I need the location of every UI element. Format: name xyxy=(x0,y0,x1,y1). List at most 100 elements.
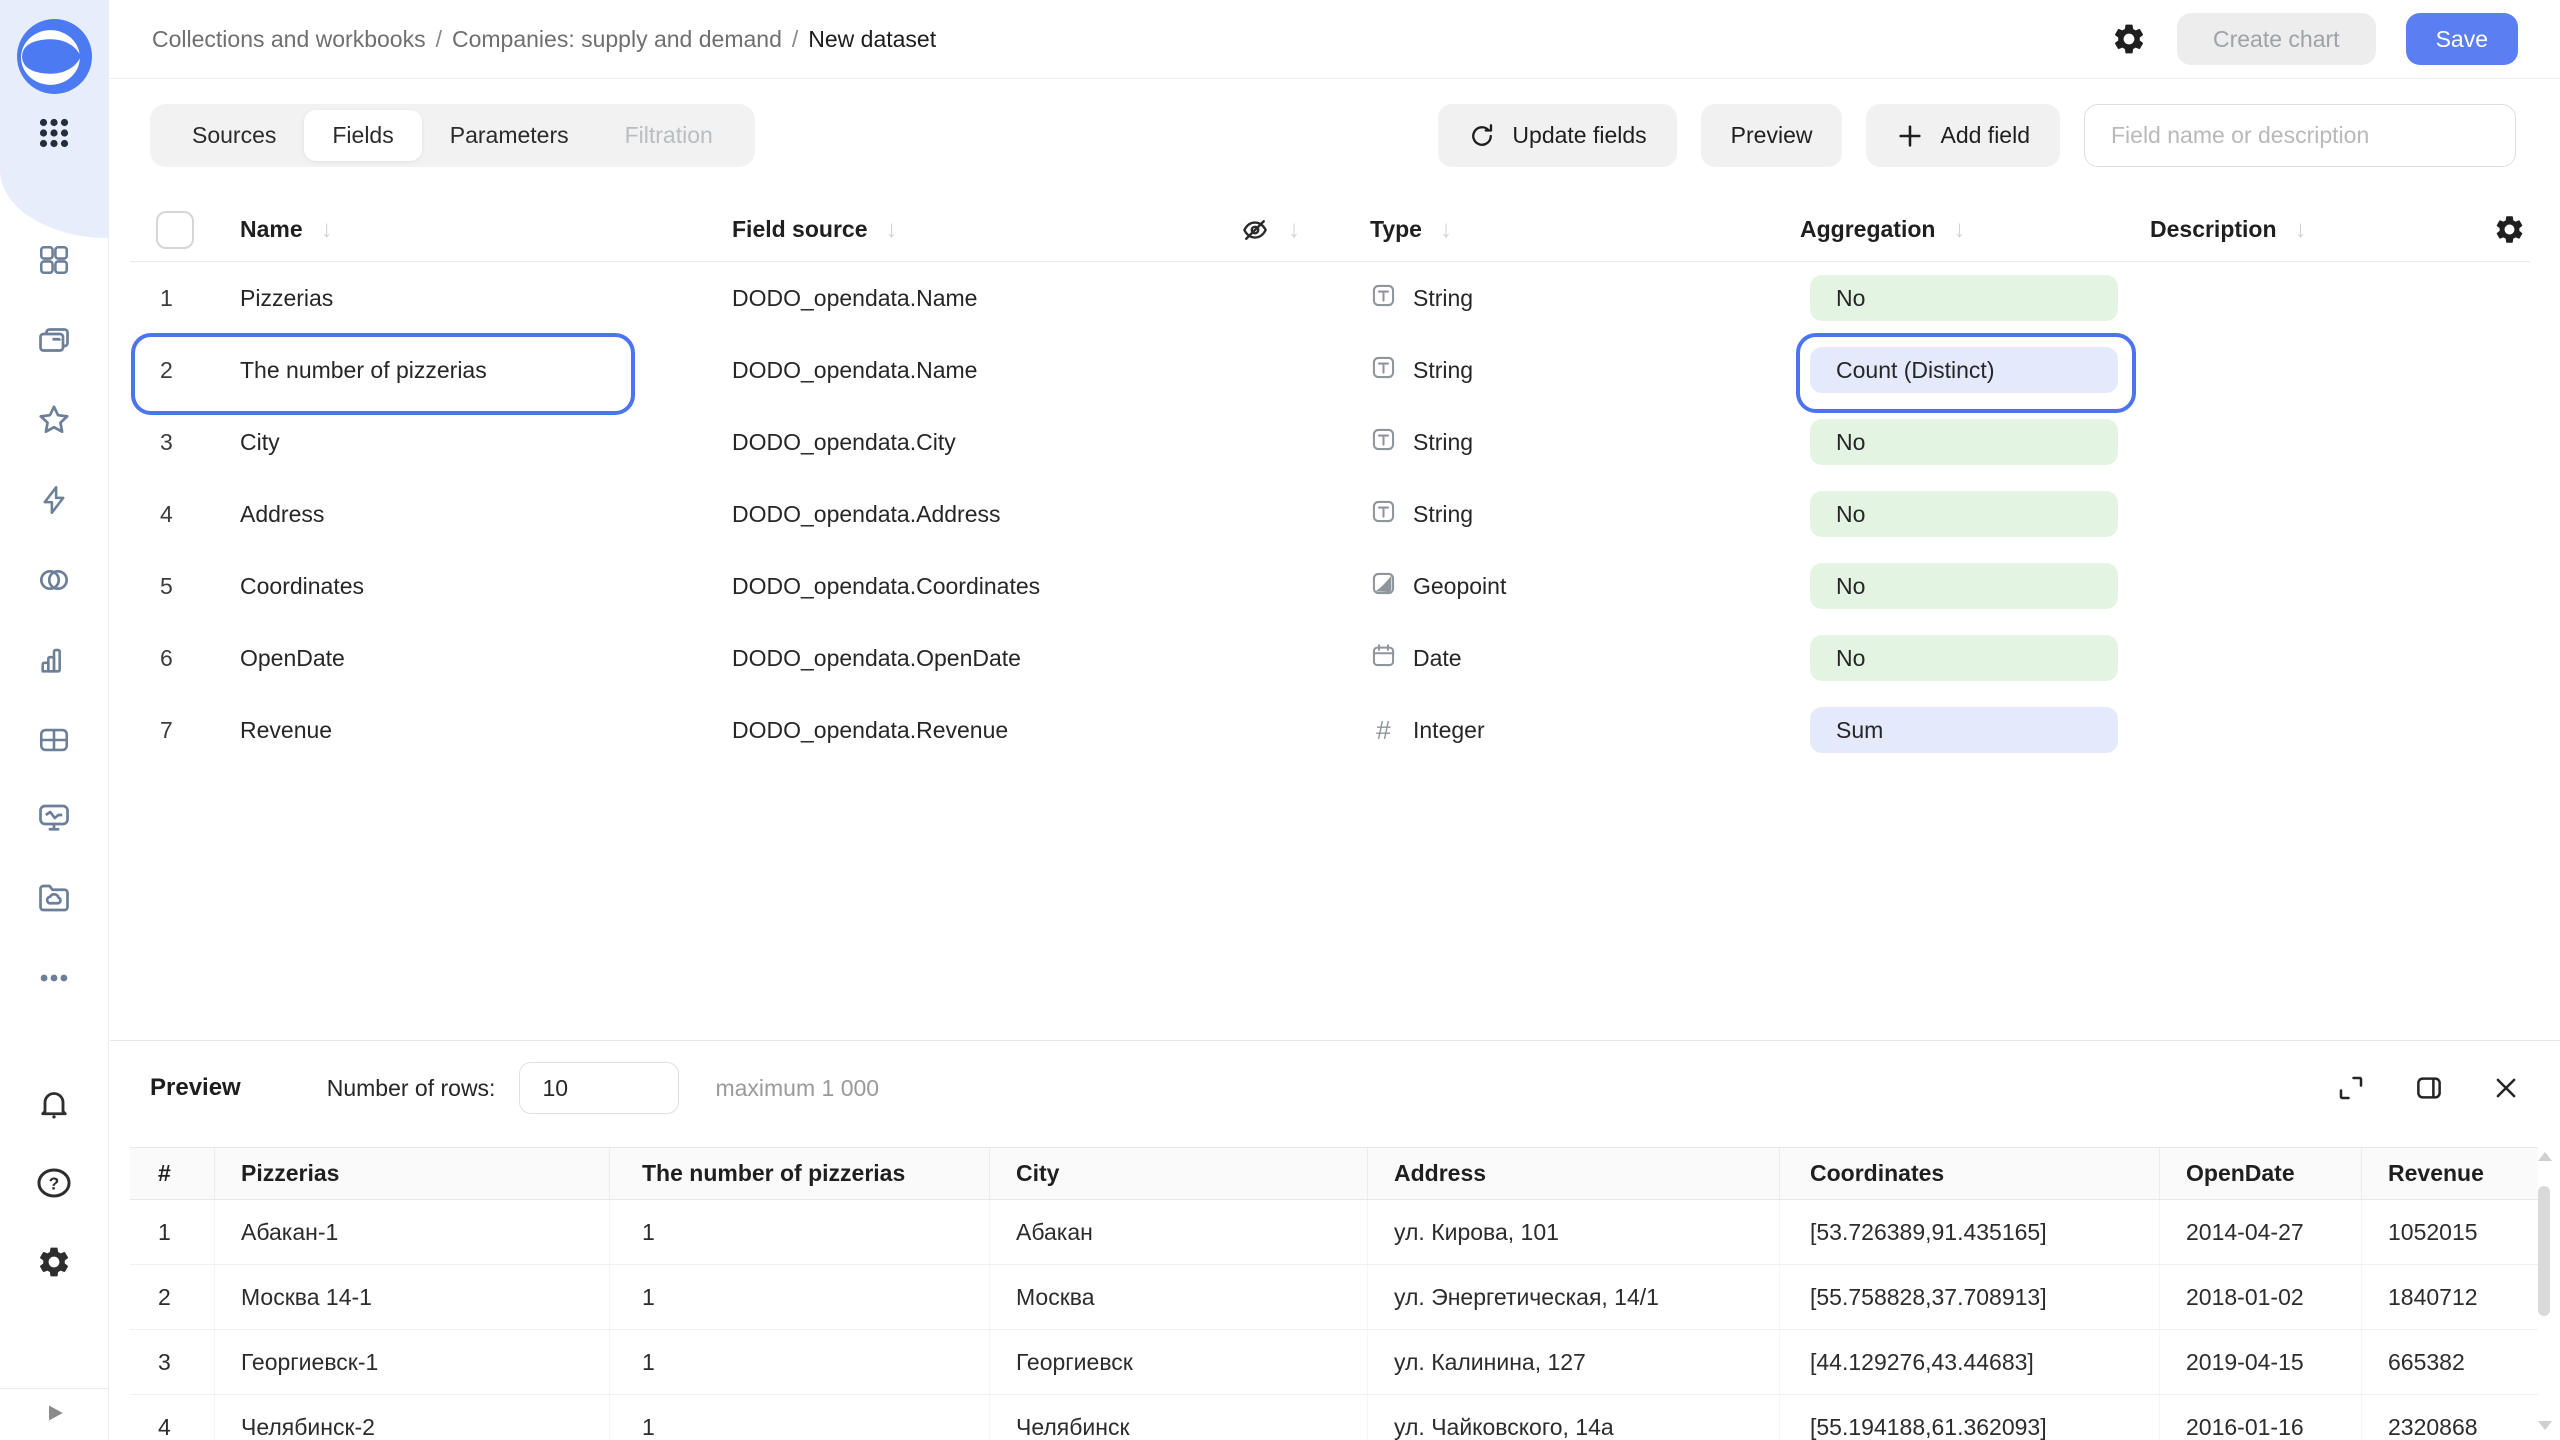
monitoring-icon[interactable] xyxy=(36,800,72,836)
dashboards-icon[interactable] xyxy=(37,243,71,277)
string-type-icon xyxy=(1370,426,1397,458)
field-name[interactable]: Address xyxy=(240,501,732,528)
aggregation-select[interactable]: Count (Distinct) xyxy=(1810,347,2118,393)
tables-icon[interactable] xyxy=(37,723,71,757)
field-type[interactable]: # Integer xyxy=(1370,715,1800,746)
update-fields-button[interactable]: Update fields xyxy=(1438,104,1676,167)
tab-fields[interactable]: Fields xyxy=(304,110,421,161)
column-header-aggregation[interactable]: Aggregation ↓ xyxy=(1800,216,2150,244)
sort-arrow-icon: ↓ xyxy=(885,216,897,244)
table-settings-gear-icon[interactable] xyxy=(2493,213,2526,246)
add-field-button[interactable]: Add field xyxy=(1866,104,2060,167)
field-row-revenue[interactable]: 7 Revenue DODO_opendata.Revenue # Intege… xyxy=(130,694,2530,766)
tab-sources[interactable]: Sources xyxy=(164,104,304,167)
sort-arrow-icon: ↓ xyxy=(2295,216,2307,244)
field-row-coordinates[interactable]: 5 Coordinates DODO_opendata.Coordinates … xyxy=(130,550,2530,622)
fields-table-header: Name ↓ Field source ↓ ↓ Type ↓ Aggregati… xyxy=(130,198,2530,262)
expand-sidebar-icon[interactable] xyxy=(39,1398,69,1428)
field-type[interactable]: Date xyxy=(1370,642,1800,674)
preview-row: 4 Челябинск-2 1 Челябинск ул. Чайковског… xyxy=(130,1395,2538,1440)
settings-gear-icon[interactable] xyxy=(36,1244,72,1280)
save-button[interactable]: Save xyxy=(2406,13,2518,65)
more-ellipsis-icon[interactable] xyxy=(37,961,71,995)
dataset-settings-gear-icon[interactable] xyxy=(2111,21,2147,57)
plus-icon xyxy=(1896,122,1924,150)
preview-toggle-button[interactable]: Preview xyxy=(1701,104,1843,167)
date-type-icon xyxy=(1370,642,1397,674)
field-row-pizzerias[interactable]: 1 Pizzerias DODO_opendata.Name String No xyxy=(130,262,2530,334)
field-name[interactable]: OpenDate xyxy=(240,645,732,672)
scroll-up-arrow[interactable] xyxy=(2538,1152,2552,1161)
column-header-hidden[interactable]: ↓ xyxy=(1240,215,1370,245)
field-row-opendate[interactable]: 6 OpenDate DODO_opendata.OpenDate Date N… xyxy=(130,622,2530,694)
field-row-city[interactable]: 3 City DODO_opendata.City String No xyxy=(130,406,2530,478)
string-type-icon xyxy=(1370,354,1397,386)
field-type[interactable]: String xyxy=(1370,498,1800,530)
sidebar: ? xyxy=(0,0,109,1440)
field-row-address[interactable]: 4 Address DODO_opendata.Address String N… xyxy=(130,478,2530,550)
sidebar-divider xyxy=(0,1388,108,1389)
expand-preview-icon[interactable] xyxy=(2336,1073,2366,1103)
storage-folder-icon[interactable] xyxy=(36,880,72,916)
aggregation-select[interactable]: No xyxy=(1810,275,2118,321)
aggregation-select[interactable]: No xyxy=(1810,563,2118,609)
sort-arrow-icon: ↓ xyxy=(1953,216,1965,244)
field-type[interactable]: String xyxy=(1370,354,1800,386)
field-type[interactable]: String xyxy=(1370,282,1800,314)
notifications-bell-icon[interactable] xyxy=(36,1086,72,1122)
field-type[interactable]: Geopoint xyxy=(1370,570,1800,602)
topbar: Collections and workbooks/Companies: sup… xyxy=(110,0,2560,79)
breadcrumb-item-collections[interactable]: Collections and workbooks xyxy=(152,26,426,52)
column-header-name[interactable]: Name ↓ xyxy=(240,216,732,244)
field-name[interactable]: City xyxy=(240,429,732,456)
aggregation-select[interactable]: No xyxy=(1810,635,2118,681)
create-chart-button[interactable]: Create chart xyxy=(2177,13,2376,65)
field-name[interactable]: The number of pizzerias xyxy=(240,357,732,384)
scrollbar-thumb[interactable] xyxy=(2538,1186,2550,1316)
select-all-checkbox[interactable] xyxy=(156,211,194,249)
help-icon[interactable]: ? xyxy=(35,1164,73,1202)
aggregation-select[interactable]: No xyxy=(1810,491,2118,537)
preview-row: 1 Абакан-1 1 Абакан ул. Кирова, 101 [53.… xyxy=(130,1200,2538,1265)
column-header-source[interactable]: Field source ↓ xyxy=(732,216,1240,244)
string-type-icon xyxy=(1370,498,1397,530)
datasets-icon[interactable] xyxy=(35,561,73,599)
collections-icon[interactable] xyxy=(36,322,72,358)
datalens-logo[interactable] xyxy=(16,18,93,95)
field-type[interactable]: String xyxy=(1370,426,1800,458)
preview-scrollbar[interactable] xyxy=(2536,1152,2552,1434)
preview-row: 3 Георгиевск-1 1 Георгиевск ул. Калинина… xyxy=(130,1330,2538,1395)
apps-grid-icon[interactable] xyxy=(36,115,72,151)
breadcrumb-item-workbook[interactable]: Companies: supply and demand xyxy=(452,26,782,52)
aggregation-select[interactable]: No xyxy=(1810,419,2118,465)
field-name[interactable]: Pizzerias xyxy=(240,285,732,312)
geopoint-type-icon xyxy=(1370,570,1397,602)
sort-arrow-icon: ↓ xyxy=(1288,216,1300,244)
tab-parameters[interactable]: Parameters xyxy=(422,104,597,167)
tab-filtration[interactable]: Filtration xyxy=(597,104,741,167)
sort-arrow-icon: ↓ xyxy=(321,216,333,244)
field-name[interactable]: Coordinates xyxy=(240,573,732,600)
tabs-actions-bar: Sources Fields Parameters Filtration Upd… xyxy=(150,104,2516,167)
app-window: ? Collections and workbooks/Companies: s… xyxy=(0,0,2560,1440)
sort-arrow-icon: ↓ xyxy=(1440,216,1452,244)
preview-header: Preview Number of rows: maximum 1 000 xyxy=(150,1056,2520,1120)
preview-table: # Pizzerias The number of pizzerias City… xyxy=(130,1147,2538,1440)
connections-bolt-icon[interactable] xyxy=(37,483,71,517)
preview-title: Preview xyxy=(150,1074,241,1102)
aggregation-select[interactable]: Sum xyxy=(1810,707,2118,753)
column-header-description[interactable]: Description ↓ xyxy=(2150,216,2440,244)
preview-panel-divider xyxy=(110,1040,2560,1041)
favorites-star-icon[interactable] xyxy=(36,402,72,438)
field-name[interactable]: Revenue xyxy=(240,717,732,744)
rows-max-hint: maximum 1 000 xyxy=(715,1075,879,1102)
field-search-input[interactable] xyxy=(2084,104,2516,167)
charts-icon[interactable] xyxy=(37,643,71,677)
field-row-number-of-pizzerias[interactable]: 2 The number of pizzerias DODO_opendata.… xyxy=(130,334,2530,406)
breadcrumb[interactable]: Collections and workbooks/Companies: sup… xyxy=(152,26,2111,53)
column-header-type[interactable]: Type ↓ xyxy=(1370,216,1800,244)
rows-count-input[interactable] xyxy=(519,1062,679,1114)
scroll-down-arrow[interactable] xyxy=(2538,1421,2552,1430)
dock-panel-icon[interactable] xyxy=(2414,1073,2444,1103)
close-preview-icon[interactable] xyxy=(2492,1074,2520,1102)
